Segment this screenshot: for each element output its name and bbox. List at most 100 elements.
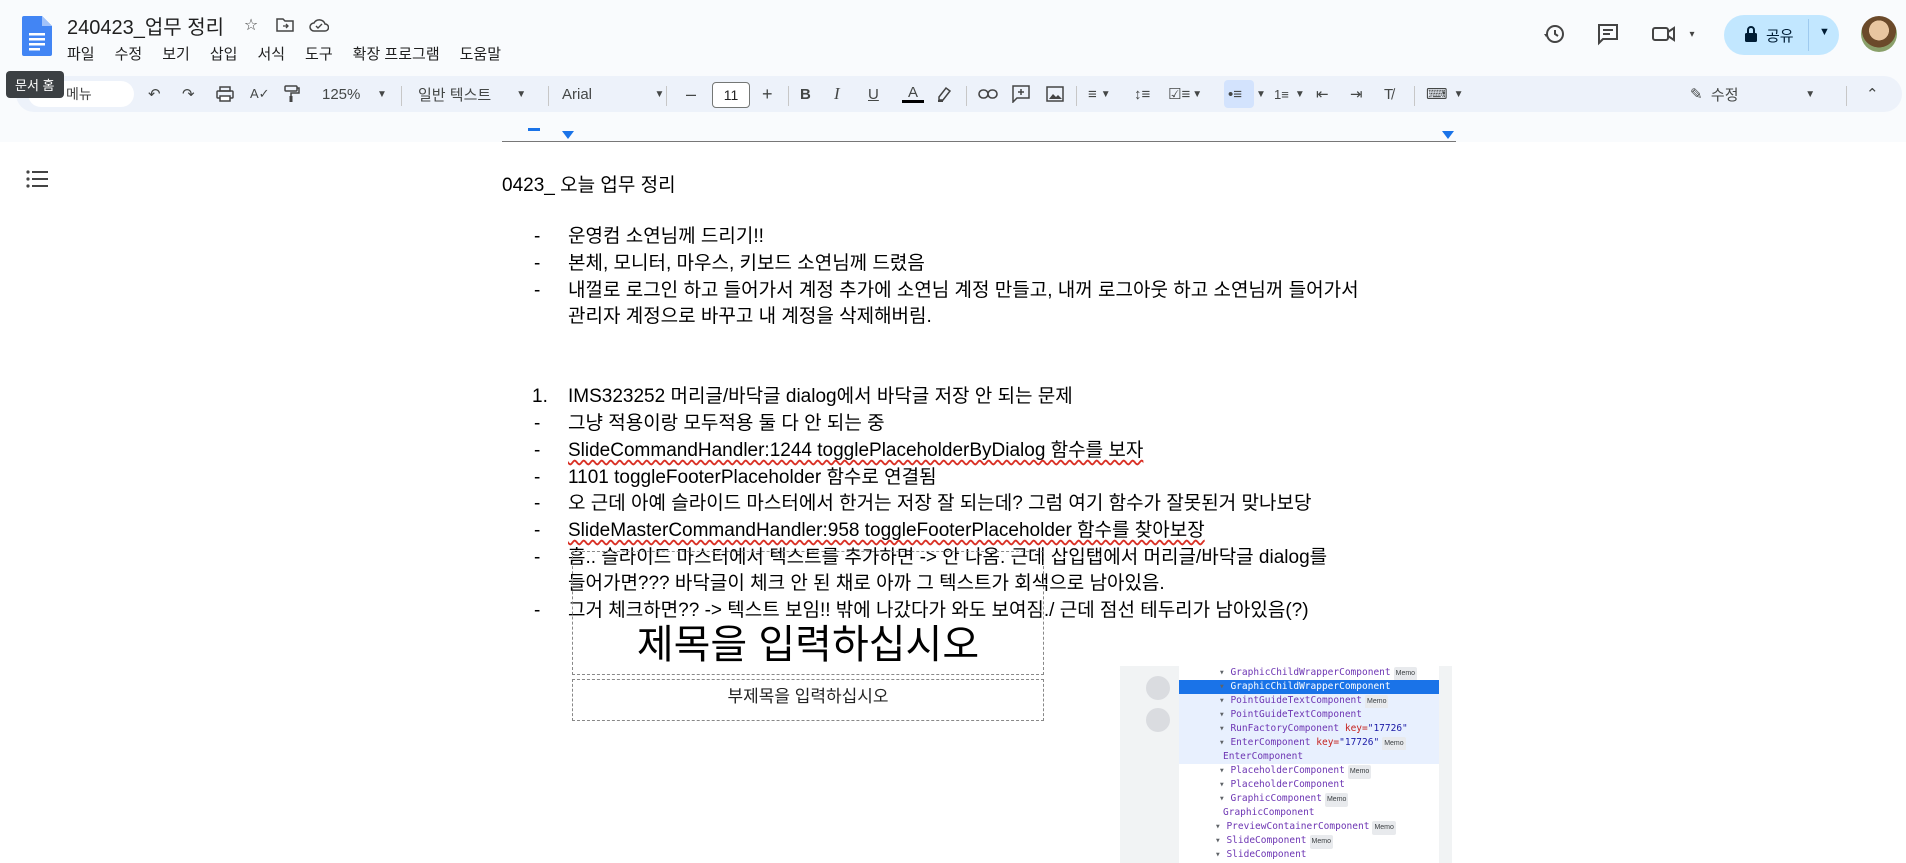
top-bar: 240423_업무 정리 ☆ 파일 수정 보기 삽입 서식 도구 확장 프로그램… (0, 0, 1906, 80)
avatar[interactable] (1861, 16, 1897, 52)
toolbar-divider (1846, 86, 1847, 106)
right-indent-marker[interactable] (1442, 131, 1454, 139)
cloud-saved-icon[interactable] (308, 14, 330, 36)
embedded-devtools-image[interactable]: ▾ GraphicChildWrapperComponent Memo ▾ Grap… (1120, 666, 1452, 863)
input-tools-icon[interactable]: ⌨ ▼ (1426, 76, 1464, 112)
tree-row[interactable]: ▾ GraphicChildWrapperComponent (1179, 680, 1439, 694)
editing-mode-dropdown-icon: ▼ (1805, 88, 1816, 100)
tree-row[interactable]: ▾ GraphicComponent Memo (1179, 792, 1439, 807)
version-history-icon[interactable] (1540, 20, 1568, 48)
left-indent-marker[interactable] (562, 131, 574, 139)
slide-subtitle-text: 부제목을 입력하십시오 (727, 687, 889, 706)
docs-logo-icon[interactable] (22, 16, 52, 56)
list-marker: - (534, 440, 541, 461)
share-dropdown-icon[interactable]: ▼ (1819, 26, 1830, 38)
insert-image-icon[interactable] (1046, 76, 1064, 112)
meet-icon[interactable] (1650, 20, 1678, 48)
star-icon[interactable]: ☆ (240, 14, 262, 36)
doc-title[interactable]: 240423_업무 정리 (67, 11, 224, 40)
menu-bar: 파일 수정 보기 삽입 서식 도구 확장 프로그램 도움말 (67, 43, 501, 64)
menu-help[interactable]: 도움말 (460, 43, 501, 64)
tooltip: 문서 홈 (6, 71, 64, 98)
menu-format[interactable]: 서식 (257, 43, 285, 64)
redo-icon[interactable]: ↷ (182, 76, 195, 112)
increase-font-size-icon[interactable]: + (762, 76, 773, 112)
prop-value: "17726" (1339, 737, 1380, 748)
tree-row[interactable]: EnterComponent (1179, 750, 1439, 764)
print-icon[interactable] (216, 76, 234, 112)
share-button[interactable]: 공유 ▼ (1724, 15, 1839, 55)
list-item-text: 오 근데 아예 슬라이드 마스터에서 한거는 저장 잘 되는데? 그럼 여기 함… (568, 493, 1312, 514)
font-select[interactable]: Arial ▼ (562, 76, 664, 112)
list-item-text: 관리자 계정으로 바꾸고 내 계정을 삭제해버림. (568, 306, 932, 327)
clear-formatting-icon[interactable]: T̸ (1384, 76, 1393, 112)
memo-badge: Memo (1347, 765, 1372, 779)
tree-row[interactable]: ▾ SlideComponent (1179, 848, 1439, 862)
insert-link-icon[interactable] (978, 76, 998, 112)
font-size-input[interactable]: 11 (712, 82, 750, 108)
list-marker: - (534, 547, 541, 568)
bulleted-list-dropdown-icon[interactable]: ▼ (1256, 76, 1266, 112)
undo-icon[interactable]: ↶ (148, 76, 161, 112)
font-value: Arial (562, 85, 593, 103)
embedded-slide-image[interactable]: 제목을 입력하십시오 부제목을 입력하십시오 (572, 551, 1044, 721)
tree-arrow-icon: ▾ (1219, 765, 1231, 776)
paint-format-icon[interactable] (284, 76, 300, 112)
list-marker: 1. (532, 386, 548, 407)
menu-extensions[interactable]: 확장 프로그램 (353, 43, 440, 64)
line-spacing-icon[interactable]: ↕≡ (1134, 76, 1150, 112)
tree-row[interactable]: ▾ RunFactoryComponent key="17726" (1179, 722, 1439, 736)
bold-icon[interactable]: B (800, 76, 811, 112)
move-folder-icon[interactable] (274, 14, 296, 36)
tree-arrow-icon: ▾ (1219, 737, 1231, 748)
toolbar-divider (548, 86, 549, 106)
editing-mode-value: 수정 (1710, 86, 1739, 104)
tree-row[interactable]: ▾ PointGuideTextComponent Memo (1179, 694, 1439, 709)
list-item-text: IMS323252 머리글/바닥글 dialog에서 바닥글 저장 안 되는 문… (568, 386, 1073, 407)
prop-key: key= (1339, 723, 1368, 734)
increase-indent-icon[interactable]: ⇥ (1350, 76, 1363, 112)
menu-insert[interactable]: 삽입 (210, 43, 238, 64)
tree-row[interactable]: ▾ GraphicChildWrapperComponent Memo (1179, 666, 1439, 681)
editing-mode-select[interactable]: ✎ 수정 ▼ (1690, 76, 1815, 112)
menu-tools[interactable]: 도구 (305, 43, 333, 64)
slide-title-placeholder: 제목을 입력하십시오 (572, 551, 1044, 675)
menu-edit[interactable]: 수정 (115, 43, 143, 64)
underline-icon[interactable]: U (868, 76, 879, 112)
tree-row[interactable]: ▾ EnterComponent key="17726" Memo (1179, 736, 1439, 751)
tree-row[interactable]: ▾ PreviewContainerComponent Memo (1179, 820, 1439, 835)
tree-row[interactable]: ▾ PlaceholderComponent (1179, 778, 1439, 792)
tree-row[interactable]: ▾ PointGuideTextComponent (1179, 708, 1439, 722)
zoom-select[interactable]: 125% ▼ (322, 76, 387, 112)
lock-icon (1744, 26, 1758, 46)
list-marker: - (534, 600, 541, 621)
style-select[interactable]: 일반 텍스트 ▼ (418, 76, 526, 112)
decrease-indent-icon[interactable]: ⇤ (1316, 76, 1329, 112)
spellcheck-icon[interactable]: A✓ (250, 76, 270, 112)
component-name: PreviewContainerComponent (1226, 821, 1370, 832)
tree-row[interactable]: ▾ SlideComponent Memo (1179, 834, 1439, 849)
component-name: EnterComponent (1223, 751, 1304, 762)
zoom-value: 125% (322, 85, 361, 103)
meet-dropdown-icon[interactable]: ▾ (1678, 20, 1706, 48)
menu-view[interactable]: 보기 (162, 43, 190, 64)
highlight-color-icon[interactable] (936, 76, 952, 112)
menu-file[interactable]: 파일 (67, 43, 95, 64)
decrease-font-size-icon[interactable]: – (686, 76, 696, 112)
collapse-menus-icon[interactable]: ⌃ (1866, 76, 1879, 112)
italic-icon[interactable]: I (834, 76, 840, 112)
align-icon[interactable]: ≡ ▼ (1088, 76, 1111, 112)
tree-row[interactable]: GraphicComponent (1179, 806, 1439, 820)
comments-icon[interactable] (1594, 20, 1622, 48)
component-name: PlaceholderComponent (1230, 765, 1345, 776)
tree-row[interactable]: ▾ PlaceholderComponent Memo (1179, 764, 1439, 779)
share-label: 공유 (1766, 27, 1794, 45)
text-color-icon[interactable]: A (902, 76, 924, 112)
search-placeholder: 메뉴 (66, 86, 92, 102)
numbered-list-icon[interactable]: 1≡ ▼ (1274, 76, 1305, 112)
document-outline-icon[interactable] (26, 169, 48, 195)
bulleted-list-icon[interactable]: •≡ (1228, 76, 1242, 112)
checklist-icon[interactable]: ☑≡ ▼ (1168, 76, 1202, 112)
first-line-indent-marker[interactable] (528, 128, 540, 131)
add-comment-icon[interactable] (1012, 76, 1030, 112)
